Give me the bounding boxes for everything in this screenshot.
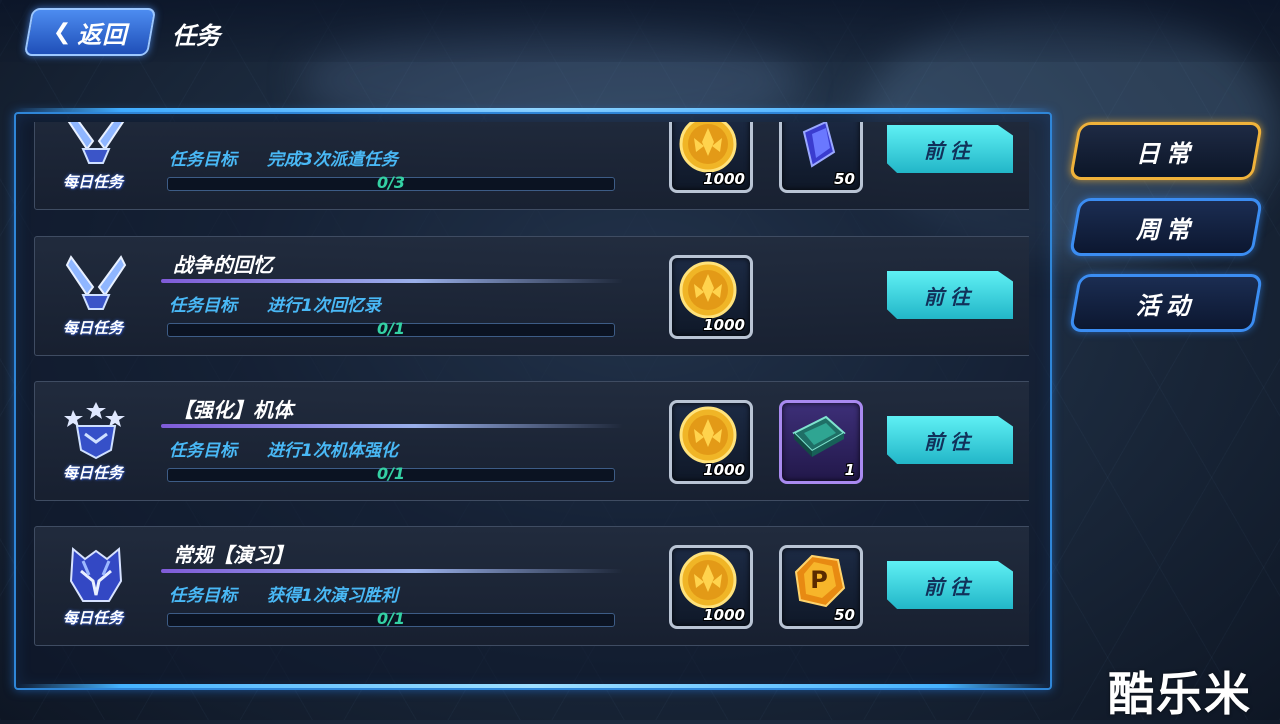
task-list[interactable]: 每日任务 任务目标 完成3次派遣任务 0/3 1000 50 前往 每日任务 战…	[34, 122, 1029, 647]
item-reward[interactable]: 1	[779, 400, 863, 484]
go-button-label: 前往	[924, 574, 976, 599]
task-name: 常规【演习】	[173, 543, 293, 567]
reward-quantity: 1000	[703, 606, 745, 624]
goal-label: 任务目标	[169, 296, 237, 316]
goal-text: 进行1次机体强化	[267, 441, 398, 461]
mech-helmet-icon	[57, 541, 135, 617]
watermark: 酷乐米	[1108, 667, 1252, 721]
progress-text: 0/1	[376, 464, 406, 483]
reward-quantity: 1000	[703, 461, 745, 479]
task-row: 每日任务 【强化】机体 任务目标 进行1次机体强化 0/1 1000 1 前往	[34, 381, 1029, 501]
goal-label: 任务目标	[169, 150, 237, 170]
daily-task-tag: 每日任务	[63, 609, 124, 627]
panel-glow	[18, 684, 1048, 688]
crossed-swords-icon	[57, 251, 135, 327]
chip-card-icon	[792, 415, 846, 457]
task-row: 每日任务 任务目标 完成3次派遣任务 0/3 1000 50 前往	[34, 122, 1029, 210]
go-button-label: 前往	[924, 284, 976, 309]
reward-quantity: 1000	[703, 316, 745, 334]
star-emblem-icon	[57, 396, 135, 472]
go-button[interactable]: 前往	[887, 416, 1013, 464]
chevron-left-icon: ❮	[52, 19, 72, 45]
go-button[interactable]: 前往	[887, 561, 1013, 609]
title-underline	[161, 279, 623, 283]
coin-reward[interactable]: 1000	[669, 122, 753, 193]
tab-label: 周常	[1136, 215, 1196, 244]
tab-daily[interactable]: 日常	[1068, 122, 1264, 180]
reward-quantity: 50	[834, 606, 855, 624]
item-reward[interactable]: P 50	[779, 545, 863, 629]
reward-quantity: 1	[844, 461, 855, 479]
top-bar: ❮ 返回 任务	[0, 0, 1280, 62]
goal-text: 进行1次回忆录	[267, 296, 381, 316]
go-button[interactable]: 前往	[887, 271, 1013, 319]
svg-text:P: P	[810, 566, 828, 594]
coin-reward[interactable]: 1000	[669, 400, 753, 484]
tab-weekly[interactable]: 周常	[1068, 198, 1264, 256]
goal-text: 获得1次演习胜利	[267, 586, 398, 606]
task-name: 【强化】机体	[173, 398, 293, 422]
progress-bar: 0/1	[167, 319, 615, 338]
coin-reward[interactable]: 1000	[669, 545, 753, 629]
progress-text: 0/3	[376, 173, 406, 192]
tab-event[interactable]: 活动	[1068, 274, 1264, 332]
task-name: 战争的回忆	[173, 253, 273, 277]
task-row: 每日任务 常规【演习】 任务目标 获得1次演习胜利 0/1 1000 P 50	[34, 526, 1029, 646]
progress-text: 0/1	[376, 319, 406, 338]
goal-label: 任务目标	[169, 441, 237, 461]
progress-text: 0/1	[376, 609, 406, 628]
tab-label: 日常	[1136, 139, 1196, 168]
progress-bar: 0/3	[167, 173, 615, 192]
back-label: 返回	[77, 20, 128, 49]
tab-label: 活动	[1136, 291, 1196, 320]
go-button[interactable]: 前往	[887, 125, 1013, 173]
reward-quantity: 50	[834, 170, 855, 188]
progress-bar: 0/1	[167, 609, 615, 628]
back-button[interactable]: ❮ 返回	[23, 8, 157, 56]
go-button-label: 前往	[924, 138, 976, 163]
item-reward[interactable]: 50	[779, 122, 863, 193]
coin-reward[interactable]: 1000	[669, 255, 753, 339]
progress-bar: 0/1	[167, 464, 615, 483]
go-button-label: 前往	[924, 429, 976, 454]
daily-task-tag: 每日任务	[63, 319, 124, 337]
title-underline	[161, 569, 623, 573]
title-underline	[161, 424, 623, 428]
goal-label: 任务目标	[169, 586, 237, 606]
task-row: 每日任务 战争的回忆 任务目标 进行1次回忆录 0/1 1000 前往	[34, 236, 1029, 356]
goal-text: 完成3次派遣任务	[267, 150, 398, 170]
daily-task-tag: 每日任务	[63, 173, 124, 191]
daily-task-tag: 每日任务	[63, 464, 124, 482]
page-title: 任务	[172, 22, 220, 50]
reward-quantity: 1000	[703, 170, 745, 188]
